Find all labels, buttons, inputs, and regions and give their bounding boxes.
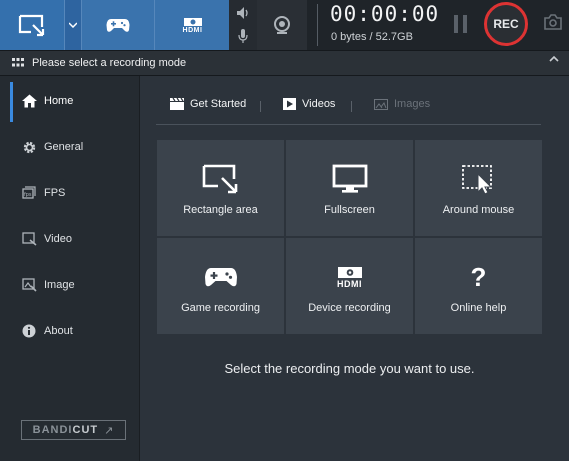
- hdmi-device-icon: HDMI: [183, 17, 203, 34]
- sidebar-item-about[interactable]: About: [0, 308, 139, 354]
- tile-label: Fullscreen: [324, 204, 375, 216]
- tab-label: Images: [394, 98, 431, 110]
- sidebar-item-label: Video: [44, 233, 72, 245]
- pause-button[interactable]: [454, 15, 468, 33]
- sidebar-item-video[interactable]: Video: [0, 216, 139, 262]
- device-toggle-panel: [229, 0, 257, 50]
- sidebar-item-label: FPS: [44, 187, 66, 199]
- tab-images[interactable]: Images: [374, 98, 430, 110]
- tab-videos[interactable]: Videos: [283, 98, 335, 110]
- recording-timer: 00:00:00: [330, 2, 440, 26]
- gamepad-icon: [204, 262, 238, 292]
- tile-label: Device recording: [308, 302, 391, 314]
- external-link-icon: ↗: [104, 424, 115, 437]
- camera-icon[interactable]: [544, 14, 562, 30]
- tile-label: Rectangle area: [183, 204, 258, 216]
- play-icon: [283, 98, 296, 110]
- rectangle-area-icon: [18, 14, 45, 37]
- mode-header: Please select a recording mode: [0, 50, 569, 76]
- gamepad-icon: [106, 19, 130, 32]
- fps-icon: fps: [22, 186, 36, 199]
- top-toolbar: HDMI 00:00:00 0 bytes / 52.7GB REC: [0, 0, 569, 50]
- webcam-toggle[interactable]: [257, 0, 307, 50]
- rec-button[interactable]: REC: [484, 2, 528, 46]
- tab-divider: [260, 101, 261, 112]
- mode-hint-text: Select the recording mode you want to us…: [224, 361, 475, 376]
- video-icon: [22, 232, 37, 246]
- bandicut-label-a: BANDI: [32, 424, 73, 436]
- tile-rectangle-area[interactable]: Rectangle area: [157, 140, 284, 236]
- content-tabs: Get Started Videos Images: [156, 90, 541, 125]
- sidebar-item-fps[interactable]: fps FPS: [0, 170, 139, 216]
- picture-icon: [374, 98, 388, 110]
- mode-header-title: Please select a recording mode: [32, 57, 187, 69]
- tile-fullscreen[interactable]: Fullscreen: [286, 140, 413, 236]
- sidebar-item-home[interactable]: Home: [0, 78, 139, 124]
- tile-online-help[interactable]: ? Online help: [415, 238, 542, 334]
- mode-dropdown-button[interactable]: [64, 0, 81, 50]
- rectangle-mode-button[interactable]: [0, 0, 64, 50]
- svg-text:fps: fps: [24, 192, 32, 198]
- mouse-area-icon: [461, 164, 497, 194]
- tile-around-mouse[interactable]: Around mouse: [415, 140, 542, 236]
- home-icon: [22, 94, 37, 108]
- bandicut-label-b: CUT: [72, 424, 99, 436]
- tile-label: Around mouse: [442, 204, 515, 216]
- sidebar-item-label: Home: [44, 95, 74, 107]
- sidebar-item-general[interactable]: General: [0, 124, 139, 170]
- sidebar-item-image[interactable]: Image: [0, 262, 139, 308]
- sidebar: Home General fps FPS Video Image About: [0, 76, 140, 461]
- hdmi-label: HDMI: [337, 278, 362, 289]
- sidebar-item-label: About: [44, 325, 73, 337]
- sidebar-item-label: General: [44, 141, 84, 153]
- grid-menu-icon[interactable]: [12, 58, 24, 68]
- chevron-down-icon: [69, 22, 77, 28]
- pause-bar-left: [454, 15, 458, 33]
- sidebar-item-label: Image: [44, 279, 75, 291]
- chevron-up-icon[interactable]: [549, 55, 559, 63]
- hdmi-label: HDMI: [182, 26, 203, 34]
- gear-icon: [23, 141, 36, 153]
- tile-label: Online help: [450, 302, 507, 314]
- tab-divider: [351, 101, 352, 112]
- recording-mode-grid: Rectangle area Fullscreen Around mouse G…: [157, 140, 542, 336]
- clapper-icon: [170, 98, 184, 110]
- monitor-icon: [332, 164, 368, 194]
- rectangle-area-icon: [202, 164, 240, 194]
- webcam-icon: [274, 16, 290, 34]
- image-icon: [22, 278, 37, 292]
- tile-game-recording[interactable]: Game recording: [157, 238, 284, 334]
- game-mode-button[interactable]: [81, 0, 154, 50]
- pause-bar-right: [463, 15, 467, 33]
- tab-label: Videos: [302, 98, 336, 110]
- tile-device-recording[interactable]: HDMI Device recording: [286, 238, 413, 334]
- microphone-icon[interactable]: [238, 29, 248, 44]
- speaker-icon[interactable]: [236, 6, 250, 20]
- toolbar-divider: [317, 4, 318, 46]
- tile-label: Game recording: [181, 302, 260, 314]
- device-mode-button[interactable]: HDMI: [154, 0, 230, 50]
- recording-size: 0 bytes / 52.7GB: [331, 31, 413, 43]
- tab-get-started[interactable]: Get Started: [170, 98, 246, 110]
- tab-label: Get Started: [190, 98, 247, 110]
- hdmi-device-icon: HDMI: [337, 262, 363, 292]
- info-icon: [22, 324, 36, 338]
- question-icon: ?: [470, 261, 487, 292]
- bandicut-button[interactable]: BANDI CUT ↗: [21, 420, 126, 440]
